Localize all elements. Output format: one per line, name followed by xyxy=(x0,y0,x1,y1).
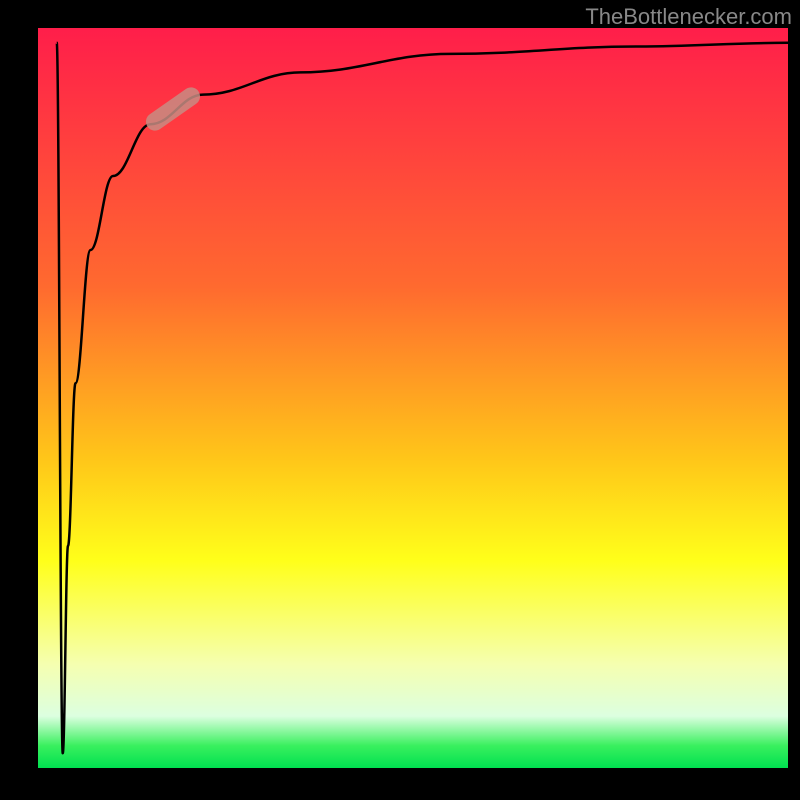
bottleneck-curve xyxy=(57,43,788,753)
plot-area xyxy=(38,28,788,768)
curve-layer xyxy=(38,28,788,768)
watermark-text: TheBottlenecker.com xyxy=(585,4,792,30)
